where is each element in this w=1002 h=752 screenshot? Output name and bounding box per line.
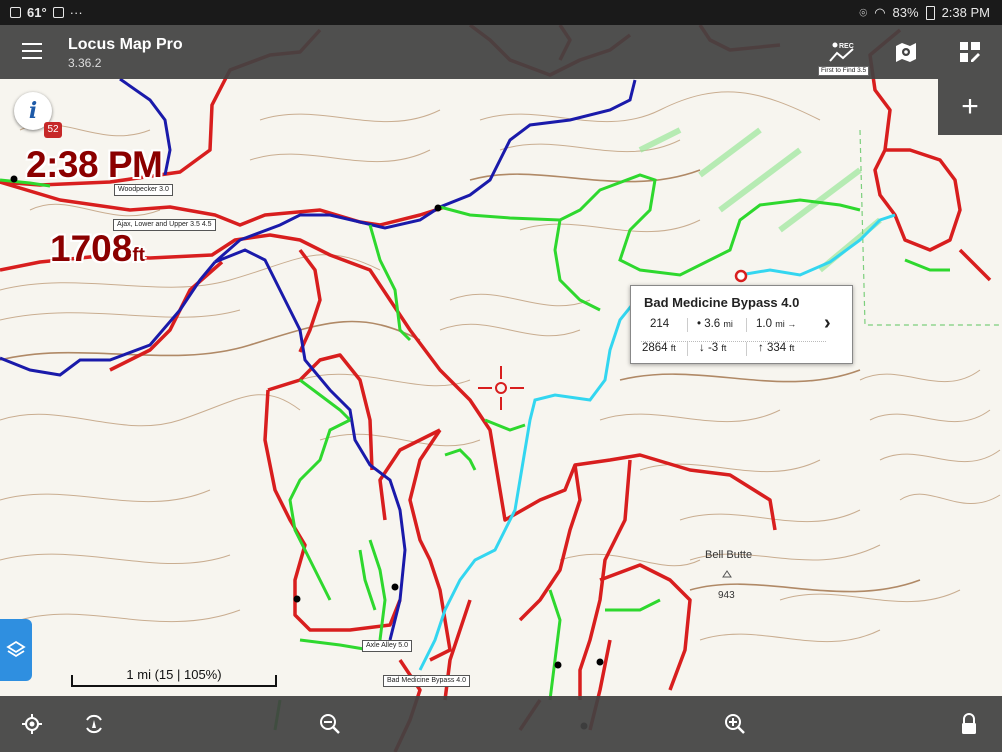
layers-icon (6, 640, 26, 658)
battery-icon (925, 5, 935, 20)
app-version: 3.36.2 (68, 56, 102, 70)
count-badge: 52 (44, 122, 62, 138)
weather-temp: 61° (27, 5, 47, 20)
popup-ascent-unit: ft (789, 343, 795, 353)
gps-locate-icon[interactable] (14, 706, 50, 742)
map-visibility-icon[interactable] (884, 31, 928, 73)
dashboard-edit-icon[interactable] (948, 31, 992, 73)
status-time: 2:38 PM (941, 5, 990, 20)
topo-map[interactable] (0, 0, 1002, 752)
elevation-label: 943 (718, 590, 735, 601)
popup-distance-to: 1.0 (756, 318, 772, 330)
wifi-icon: ◠ (874, 4, 886, 20)
add-icon[interactable]: + (938, 79, 1002, 135)
geocache-label: First to Find 3.5 (818, 66, 870, 76)
news-icon (52, 7, 64, 18)
gallery-icon (10, 7, 21, 18)
popup-id: 214 (650, 318, 670, 330)
trail-info-popup[interactable]: Bad Medicine Bypass 4.0 214 • 3.6 mi 1.0… (630, 285, 853, 364)
lock-icon[interactable] (951, 706, 987, 742)
menu-icon[interactable] (22, 43, 42, 59)
map-scale-bar: 1 mi (15 | 105%) (71, 664, 277, 687)
popup-descent: ↓ -3 (699, 342, 719, 354)
zoom-in-icon[interactable] (717, 706, 753, 742)
summit-label: Bell Butte (705, 549, 753, 561)
layers-button[interactable] (0, 619, 32, 681)
location-icon: ⌾ (859, 4, 868, 20)
popup-descent-unit: ft (721, 343, 727, 353)
popup-title: Bad Medicine Bypass 4.0 (644, 295, 800, 310)
trail-label-axle-alley[interactable]: Axle Alley 5.0 (362, 640, 413, 652)
scale-text: 1 mi (15 | 105%) (126, 667, 222, 682)
chevron-right-icon[interactable]: › (824, 312, 831, 335)
rotate-map-icon[interactable] (76, 706, 112, 742)
clock-overlay: 2:38 PM (26, 144, 163, 185)
system-status-bar: 61° ··· ⌾ ◠ 83% 2:38 PM (0, 0, 1002, 25)
bottom-toolbar (0, 696, 1002, 752)
popup-elevation: 2864 (642, 342, 668, 354)
altitude-unit: ft (132, 245, 145, 266)
altitude-overlay: 1708ft (50, 228, 145, 270)
altitude-value: 1708 (50, 228, 133, 269)
popup-distance-along: • 3.6 (697, 318, 721, 330)
app-title: Locus Map Pro (68, 36, 183, 53)
zoom-out-icon[interactable] (312, 706, 348, 742)
popup-distance-to-unit: mi → (775, 319, 797, 329)
popup-distance-along-unit: mi (723, 319, 733, 329)
battery-percent: 83% (892, 5, 919, 20)
trail-label-bad-medicine[interactable]: Bad Medicine Bypass 4.0 (383, 675, 470, 687)
more-notifications: ··· (69, 5, 83, 20)
popup-ascent: ↑ 334 (758, 342, 787, 354)
popup-elevation-unit: ft (670, 343, 676, 353)
